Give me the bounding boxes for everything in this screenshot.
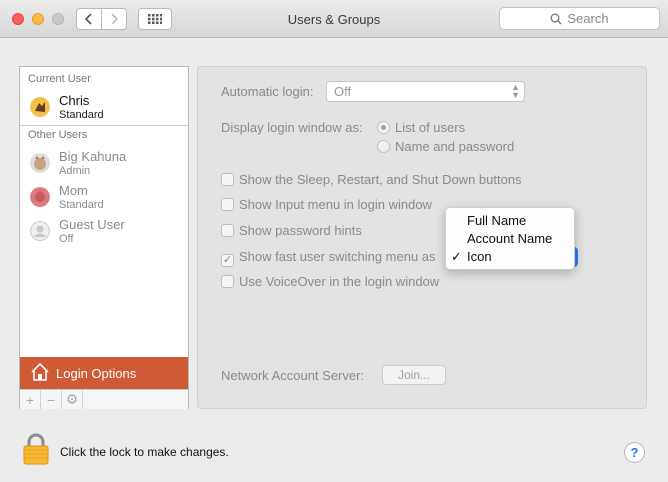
search-placeholder: Search [567,11,609,26]
user-name: Chris [59,93,90,108]
use-voiceover-label: Use VoiceOver in the login window [239,274,440,289]
updown-chevron-icon: ▲ ▼ [511,82,520,100]
radio-button-on-icon [377,121,390,134]
checkbox-icon [221,224,234,237]
show-sleep-label: Show the Sleep, Restart, and Shut Down b… [239,172,522,187]
show-hints-label: Show password hints [239,223,362,238]
display-login-label: Display login window as: [221,120,363,135]
avatar [30,187,50,207]
user-role: Off [59,233,74,245]
plus-icon: + [25,391,35,408]
add-user-button[interactable]: + [20,390,41,409]
checkmark-icon: ✓ [451,249,462,264]
checkmark-icon: ✓ [221,254,234,267]
user-role: Standard [59,199,104,211]
radio-list-label: List of users [395,120,466,135]
menu-item-full-name[interactable]: Full Name [467,213,526,228]
user-name: Big Kahuna [59,149,127,164]
login-options-item[interactable]: Login Options [20,357,188,389]
help-button[interactable]: ? [624,442,645,463]
menu-item-icon[interactable]: Icon [467,249,492,264]
checkbox-icon [221,198,234,211]
user-item-guest[interactable]: Guest User Off [28,217,188,247]
remove-user-button[interactable]: − [41,390,62,409]
user-role: Standard [59,109,104,121]
login-options-panel: Automatic login: Off ▲ ▼ Display login wi… [197,66,647,409]
action-menu-button[interactable]: ⚙ [62,390,83,409]
checkbox-icon [221,173,234,186]
divider [20,125,188,126]
radio-name-and-password[interactable]: Name and password [377,139,514,154]
avatar [30,97,50,117]
login-options-label: Login Options [56,365,137,381]
automatic-login-popup[interactable]: Off ▲ ▼ [326,81,525,102]
gear-icon: ⚙ [65,391,79,407]
radio-button-off-icon [377,140,390,153]
title-bar: Users & Groups Search [0,0,668,38]
user-list-sidebar: Current User Chris Standard Other Users … [19,66,189,409]
other-users-header: Other Users [28,129,88,141]
search-field[interactable]: Search [499,7,660,30]
use-voiceover-checkbox[interactable]: Use VoiceOver in the login window [221,274,439,289]
automatic-login-label: Automatic login: [221,84,314,99]
radio-name-label: Name and password [395,139,515,154]
lock-icon[interactable] [23,433,49,465]
user-name: Guest User [59,217,125,232]
checkbox-icon [221,275,234,288]
user-item-big-kahuna[interactable]: Big Kahuna Admin [28,149,188,179]
show-fast-switching-checkbox[interactable]: ✓ Show fast user switching menu as [221,249,436,267]
show-fast-switch-label: Show fast user switching menu as [239,249,436,264]
automatic-login-value: Off [334,84,352,99]
join-button[interactable]: Join... [382,365,446,385]
guest-user-icon [30,221,50,241]
network-account-server-label: Network Account Server: [221,368,365,383]
show-password-hints-checkbox[interactable]: Show password hints [221,223,362,238]
search-icon [550,13,562,24]
lock-instruction-text: Click the lock to make changes. [60,445,229,459]
fast-switching-menu: Full Name Account Name ✓ Icon [445,207,575,270]
user-item-mom[interactable]: Mom Standard [28,183,188,213]
menu-item-account-name[interactable]: Account Name [467,231,552,246]
radio-list-of-users[interactable]: List of users [377,120,465,135]
house-icon [31,362,49,381]
current-user-header: Current User [28,73,91,85]
minus-icon: − [46,391,56,408]
show-sleep-checkbox[interactable]: Show the Sleep, Restart, and Shut Down b… [221,172,522,187]
avatar [30,153,50,173]
show-input-label: Show Input menu in login window [239,197,432,212]
user-item-chris[interactable]: Chris Standard [28,93,188,123]
user-role: Admin [59,165,91,177]
sidebar-toolbar: + − ⚙ [20,389,188,409]
user-name: Mom [59,183,88,198]
show-input-menu-checkbox[interactable]: Show Input menu in login window [221,197,432,212]
